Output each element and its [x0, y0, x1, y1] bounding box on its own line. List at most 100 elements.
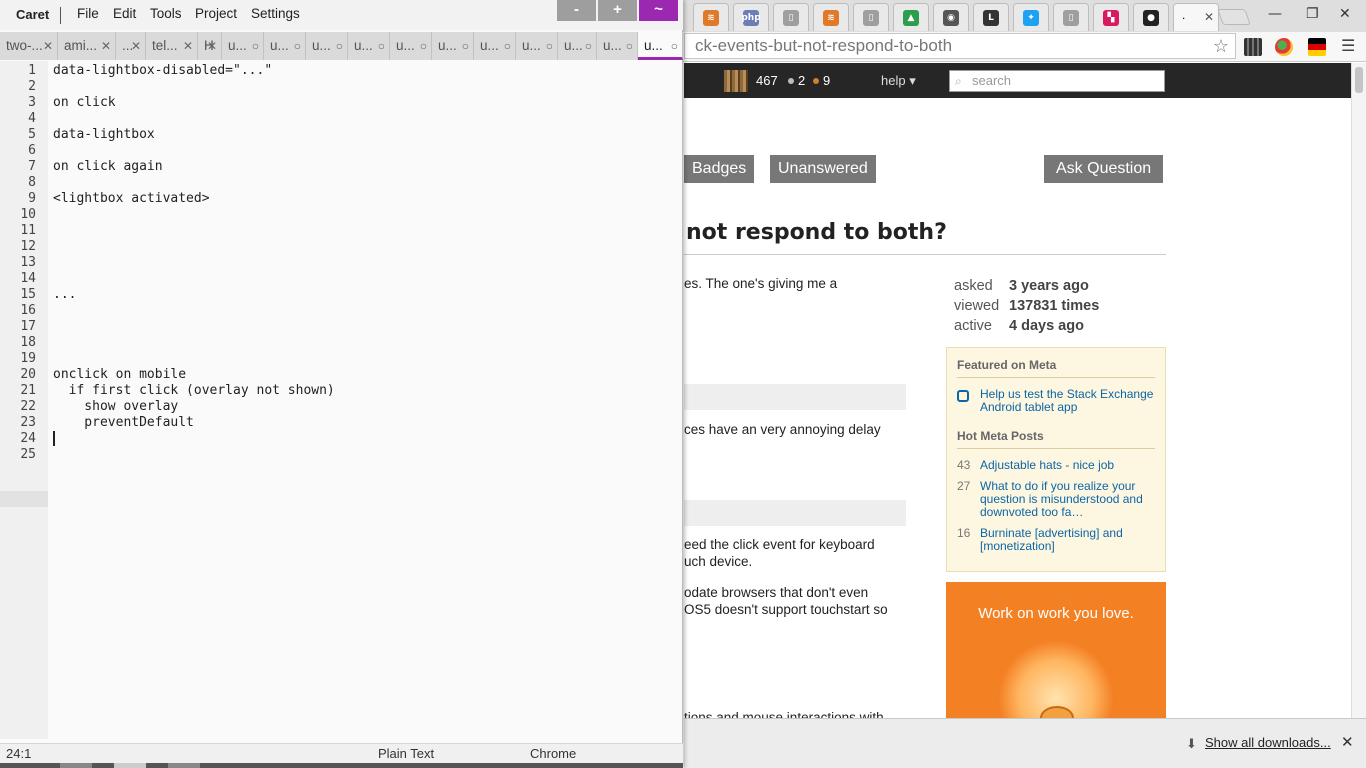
tab-close-icon[interactable]: ✕	[207, 32, 217, 60]
3d-extension-icon[interactable]	[1275, 38, 1293, 56]
tab-close-icon[interactable]: ✕	[101, 32, 111, 60]
featured-meta-title[interactable]: Help us test the Stack Exchange Android …	[980, 388, 1158, 414]
unsaved-dot-icon[interactable]: ○	[585, 32, 592, 60]
question-title[interactable]: not respond to both?	[686, 220, 947, 245]
editor-tab[interactable]: u... ○	[638, 32, 683, 60]
unsaved-dot-icon[interactable]: ○	[294, 32, 301, 60]
avatar[interactable]	[724, 70, 748, 92]
editor-tab[interactable]: u... ○	[264, 32, 306, 60]
tab-close-icon[interactable]: ✕	[43, 32, 53, 60]
browser-tab[interactable]: ≋	[693, 3, 729, 31]
maximize-icon[interactable]: ❐	[1306, 6, 1319, 22]
editor-tab[interactable]: u... ○	[516, 32, 558, 60]
browser-tab[interactable]: ●	[1133, 3, 1169, 31]
menu-file[interactable]: File	[77, 6, 99, 21]
search-input[interactable]: ⌕ search	[949, 70, 1165, 92]
unsaved-dot-icon[interactable]: ○	[671, 32, 678, 57]
unsaved-dot-icon[interactable]: ○	[504, 32, 511, 60]
browser-tab[interactable]: ✦	[1013, 3, 1049, 31]
badges-button[interactable]: Badges	[684, 155, 755, 183]
browser-tab[interactable]: L	[973, 3, 1009, 31]
browser-tab[interactable]: ▲	[893, 3, 929, 31]
scrollbar-thumb[interactable]	[1355, 67, 1363, 93]
code-line[interactable]: <lightbox activated>	[53, 191, 210, 206]
editor-tab[interactable]: u... ○	[558, 32, 597, 60]
editor-tab[interactable]: ... ✕	[116, 32, 146, 60]
tab-close-icon[interactable]: ✕	[183, 32, 193, 60]
code-line[interactable]: preventDefault	[53, 415, 194, 430]
browser-tab[interactable]: ▚	[1093, 3, 1129, 31]
editor-tab[interactable]: tel... ✕	[146, 32, 198, 60]
line-number: 17	[20, 319, 36, 334]
hot-post-title[interactable]: Adjustable hats - nice job	[980, 459, 1158, 472]
german-flag-icon[interactable]	[1308, 38, 1326, 56]
address-bar[interactable]: ck-events-but-not-respond-to-both ☆	[684, 33, 1236, 59]
careers-ad[interactable]: Work on work you love.	[946, 582, 1166, 718]
editor-tab[interactable]: u... ○	[390, 32, 432, 60]
code-line[interactable]: on click	[53, 95, 116, 110]
browser-tab[interactable]: ▯	[1053, 3, 1089, 31]
unsaved-dot-icon[interactable]: ○	[546, 32, 553, 60]
editor-tab[interactable]: u... ○	[222, 32, 264, 60]
browser-tab[interactable]: ▯	[773, 3, 809, 31]
unsaved-dot-icon[interactable]: ○	[462, 32, 469, 60]
editor-tab[interactable]: two-... ✕	[0, 32, 58, 60]
maximize-button[interactable]: +	[598, 0, 637, 21]
hot-post-title[interactable]: What to do if you realize your question …	[980, 480, 1158, 519]
hot-post-title[interactable]: Burninate [advertising] and [monetizatio…	[980, 527, 1158, 553]
code-line[interactable]: on click again	[53, 159, 163, 174]
reputation-count[interactable]: 467	[756, 73, 778, 88]
editor-tab[interactable]: u... ○	[597, 32, 638, 60]
code-line[interactable]: if first click (overlay not shown)	[53, 383, 335, 398]
unsaved-dot-icon[interactable]: ○	[378, 32, 385, 60]
menu-tools[interactable]: Tools	[150, 6, 182, 21]
code-line[interactable]: show overlay	[53, 399, 178, 414]
code-line[interactable]: ...	[53, 287, 76, 302]
browser-tab-active[interactable]: . ✕	[1173, 3, 1219, 31]
question-body-line: es. The one's giving me a	[684, 276, 838, 291]
cursor-position[interactable]: 24:1	[6, 746, 31, 761]
silver-badge-count[interactable]: 2	[788, 73, 805, 88]
bronze-badge-count[interactable]: 9	[813, 73, 830, 88]
bookmark-star-icon[interactable]: ☆	[1213, 34, 1229, 58]
minimize-button[interactable]: -	[557, 0, 596, 21]
code-editor[interactable]: data-lightbox-disabled="..." on click data…	[53, 61, 678, 739]
browser-tab[interactable]: ◉	[933, 3, 969, 31]
editor-tab[interactable]: u... ○	[474, 32, 516, 60]
page-scrollbar[interactable]	[1351, 63, 1366, 718]
code-line[interactable]: onclick on mobile	[53, 367, 186, 382]
menu-edit[interactable]: Edit	[113, 6, 136, 21]
tab-close-icon[interactable]: ✕	[1204, 10, 1214, 24]
browser-tab[interactable]: ≋	[813, 3, 849, 31]
tab-close-icon[interactable]: ✕	[131, 32, 141, 60]
browser-tab[interactable]: php	[733, 3, 769, 31]
code-line[interactable]: data-lightbox-disabled="..."	[53, 63, 272, 78]
ask-question-button[interactable]: Ask Question	[1044, 155, 1164, 183]
close-window-icon[interactable]: ✕	[1339, 6, 1351, 22]
theme-name[interactable]: Chrome	[530, 746, 576, 761]
new-tab-button[interactable]	[1217, 9, 1251, 25]
unsaved-dot-icon[interactable]: ○	[336, 32, 343, 60]
unsaved-dot-icon[interactable]: ○	[252, 32, 259, 60]
line-number: 19	[20, 351, 36, 366]
show-all-downloads-link[interactable]: Show all downloads...	[1205, 735, 1331, 750]
editor-tab[interactable]: ami... ✕	[58, 32, 116, 60]
minimize-icon[interactable]: —	[1268, 6, 1282, 22]
unsaved-dot-icon[interactable]: ○	[420, 32, 427, 60]
unanswered-button[interactable]: Unanswered	[770, 155, 876, 183]
editor-tab[interactable]: u... ○	[306, 32, 348, 60]
code-line[interactable]: data-lightbox	[53, 127, 155, 142]
menu-project[interactable]: Project	[195, 6, 237, 21]
browser-tab[interactable]: ▯	[853, 3, 889, 31]
editor-tab[interactable]: u... ○	[432, 32, 474, 60]
close-downloads-bar-icon[interactable]: ✕	[1341, 733, 1354, 751]
help-menu[interactable]: help ▾	[881, 73, 916, 89]
syntax-mode[interactable]: Plain Text	[378, 746, 434, 761]
editor-tab[interactable]: u... ○	[348, 32, 390, 60]
close-button[interactable]: ~	[639, 0, 678, 21]
chrome-menu-icon[interactable]: ☰	[1341, 36, 1355, 56]
unsaved-dot-icon[interactable]: ○	[626, 32, 633, 60]
menu-settings[interactable]: Settings	[251, 6, 300, 21]
film-extension-icon[interactable]	[1244, 38, 1262, 56]
editor-tab[interactable]: H ✕	[198, 32, 222, 60]
